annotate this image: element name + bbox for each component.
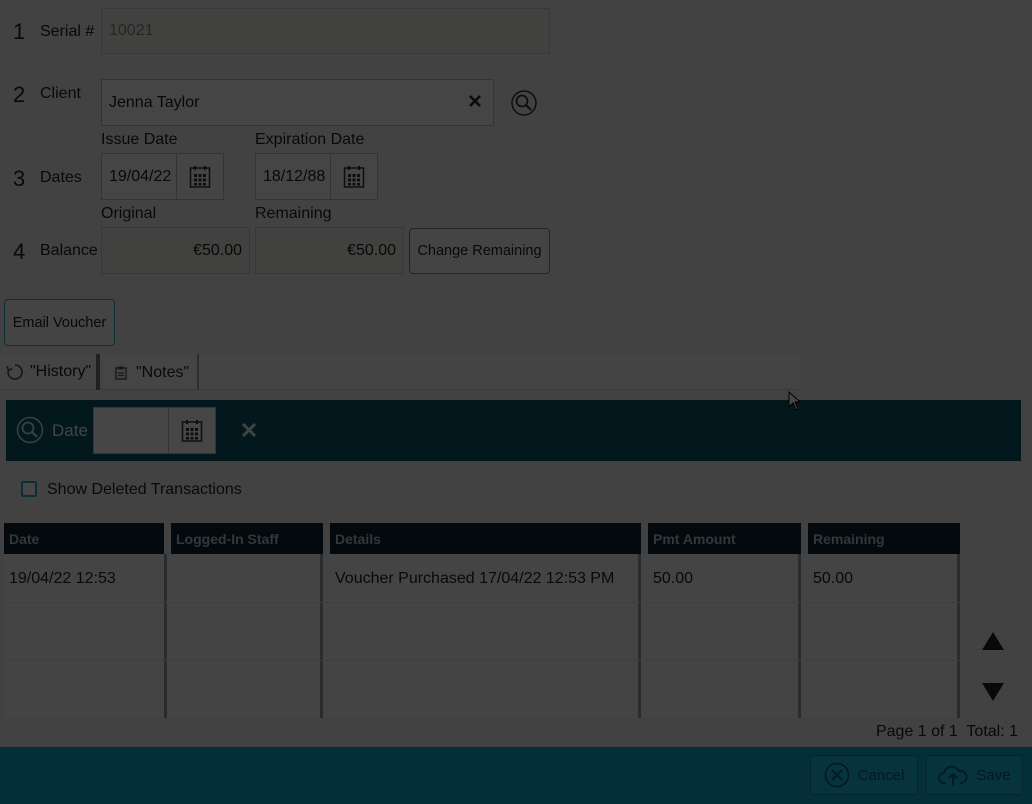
remaining-balance-value: €50.00 xyxy=(347,241,396,259)
row-number-serial: 1 xyxy=(13,19,26,44)
close-icon[interactable] xyxy=(241,422,257,438)
cloud-upload-icon xyxy=(938,763,968,787)
column-header-date[interactable]: Date xyxy=(4,523,164,554)
issue-date-label: Issue Date xyxy=(101,131,178,148)
row-divider xyxy=(4,660,960,661)
original-balance-field: €50.00 xyxy=(101,227,250,274)
close-icon[interactable] xyxy=(468,94,482,108)
save-button[interactable]: Save xyxy=(926,755,1023,795)
save-label: Save xyxy=(976,766,1011,784)
client-field[interactable]: Jenna Taylor xyxy=(101,79,494,126)
cancel-label: Cancel xyxy=(857,766,905,784)
expiration-date-picker[interactable]: 18/12/88 xyxy=(255,153,378,200)
issue-date-picker[interactable]: 19/04/22 xyxy=(101,153,224,200)
scroll-up-icon[interactable] xyxy=(981,631,1005,651)
client-value: Jenna Taylor xyxy=(109,93,200,111)
filter-date-label: Date xyxy=(52,421,88,440)
cell-date: 19/04/22 12:53 xyxy=(9,570,116,587)
original-balance-value: €50.00 xyxy=(193,241,242,259)
row-divider xyxy=(4,602,960,603)
row-number-balance: 4 xyxy=(13,239,26,264)
show-deleted-label: Show Deleted Transactions xyxy=(47,481,242,498)
tab-history-label: "History" xyxy=(30,363,92,380)
cell-logged-in-staff xyxy=(171,560,321,598)
tab-notes-label: "Notes" xyxy=(136,364,190,381)
cell-remaining: 50.00 xyxy=(813,570,854,587)
calendar-icon[interactable] xyxy=(330,154,377,199)
search-icon[interactable] xyxy=(16,416,44,444)
scroll-down-icon[interactable] xyxy=(981,682,1005,702)
filter-date-picker[interactable] xyxy=(93,407,216,454)
cancel-button[interactable]: Cancel xyxy=(810,755,918,795)
tab-divider xyxy=(96,354,100,390)
email-voucher-button[interactable]: Email Voucher xyxy=(4,299,115,346)
issue-date-value[interactable]: 19/04/22 xyxy=(102,154,176,199)
tab-divider xyxy=(197,354,199,390)
remaining-label: Remaining xyxy=(255,205,332,222)
expiration-date-value[interactable]: 18/12/88 xyxy=(256,154,330,199)
search-icon[interactable] xyxy=(510,89,538,117)
expiration-date-label: Expiration Date xyxy=(255,131,365,148)
cell-details: Voucher Purchased 17/04/22 12:53 PM xyxy=(335,570,615,587)
serial-field: 10021 xyxy=(101,8,550,54)
calendar-icon[interactable] xyxy=(168,408,215,453)
column-header-details[interactable]: Details xyxy=(330,523,641,554)
serial-label: Serial # xyxy=(40,23,95,40)
balance-label: Balance xyxy=(40,242,98,259)
mouse-cursor-icon xyxy=(788,390,802,411)
notes-icon xyxy=(115,366,127,380)
column-header-logged-in-staff[interactable]: Logged-In Staff xyxy=(171,523,323,554)
column-header-pmt-amount[interactable]: Pmt Amount xyxy=(648,523,801,554)
cancel-icon xyxy=(824,762,850,788)
remaining-balance-field: €50.00 xyxy=(255,227,404,274)
serial-value: 10021 xyxy=(109,22,154,39)
dates-label: Dates xyxy=(40,169,82,186)
original-label: Original xyxy=(101,205,157,222)
table-row[interactable]: 19/04/22 12:53 Voucher Purchased 17/04/2… xyxy=(4,560,960,598)
tab-notes[interactable]: "Notes" xyxy=(103,357,197,389)
cell-pmt-amount: 50.00 xyxy=(653,570,694,587)
show-deleted-checkbox[interactable] xyxy=(21,481,37,497)
calendar-icon[interactable] xyxy=(176,154,223,199)
row-number-client: 2 xyxy=(13,82,26,107)
tab-history[interactable]: "History" xyxy=(6,357,96,387)
column-header-remaining[interactable]: Remaining xyxy=(808,523,960,554)
row-number-dates: 3 xyxy=(13,166,26,191)
change-remaining-button[interactable]: Change Remaining xyxy=(409,228,550,274)
pagination-info: Page 1 of 1 Total: 1 xyxy=(875,723,1018,740)
filter-date-value[interactable] xyxy=(94,408,168,453)
client-label: Client xyxy=(40,85,81,102)
history-icon xyxy=(6,363,24,381)
